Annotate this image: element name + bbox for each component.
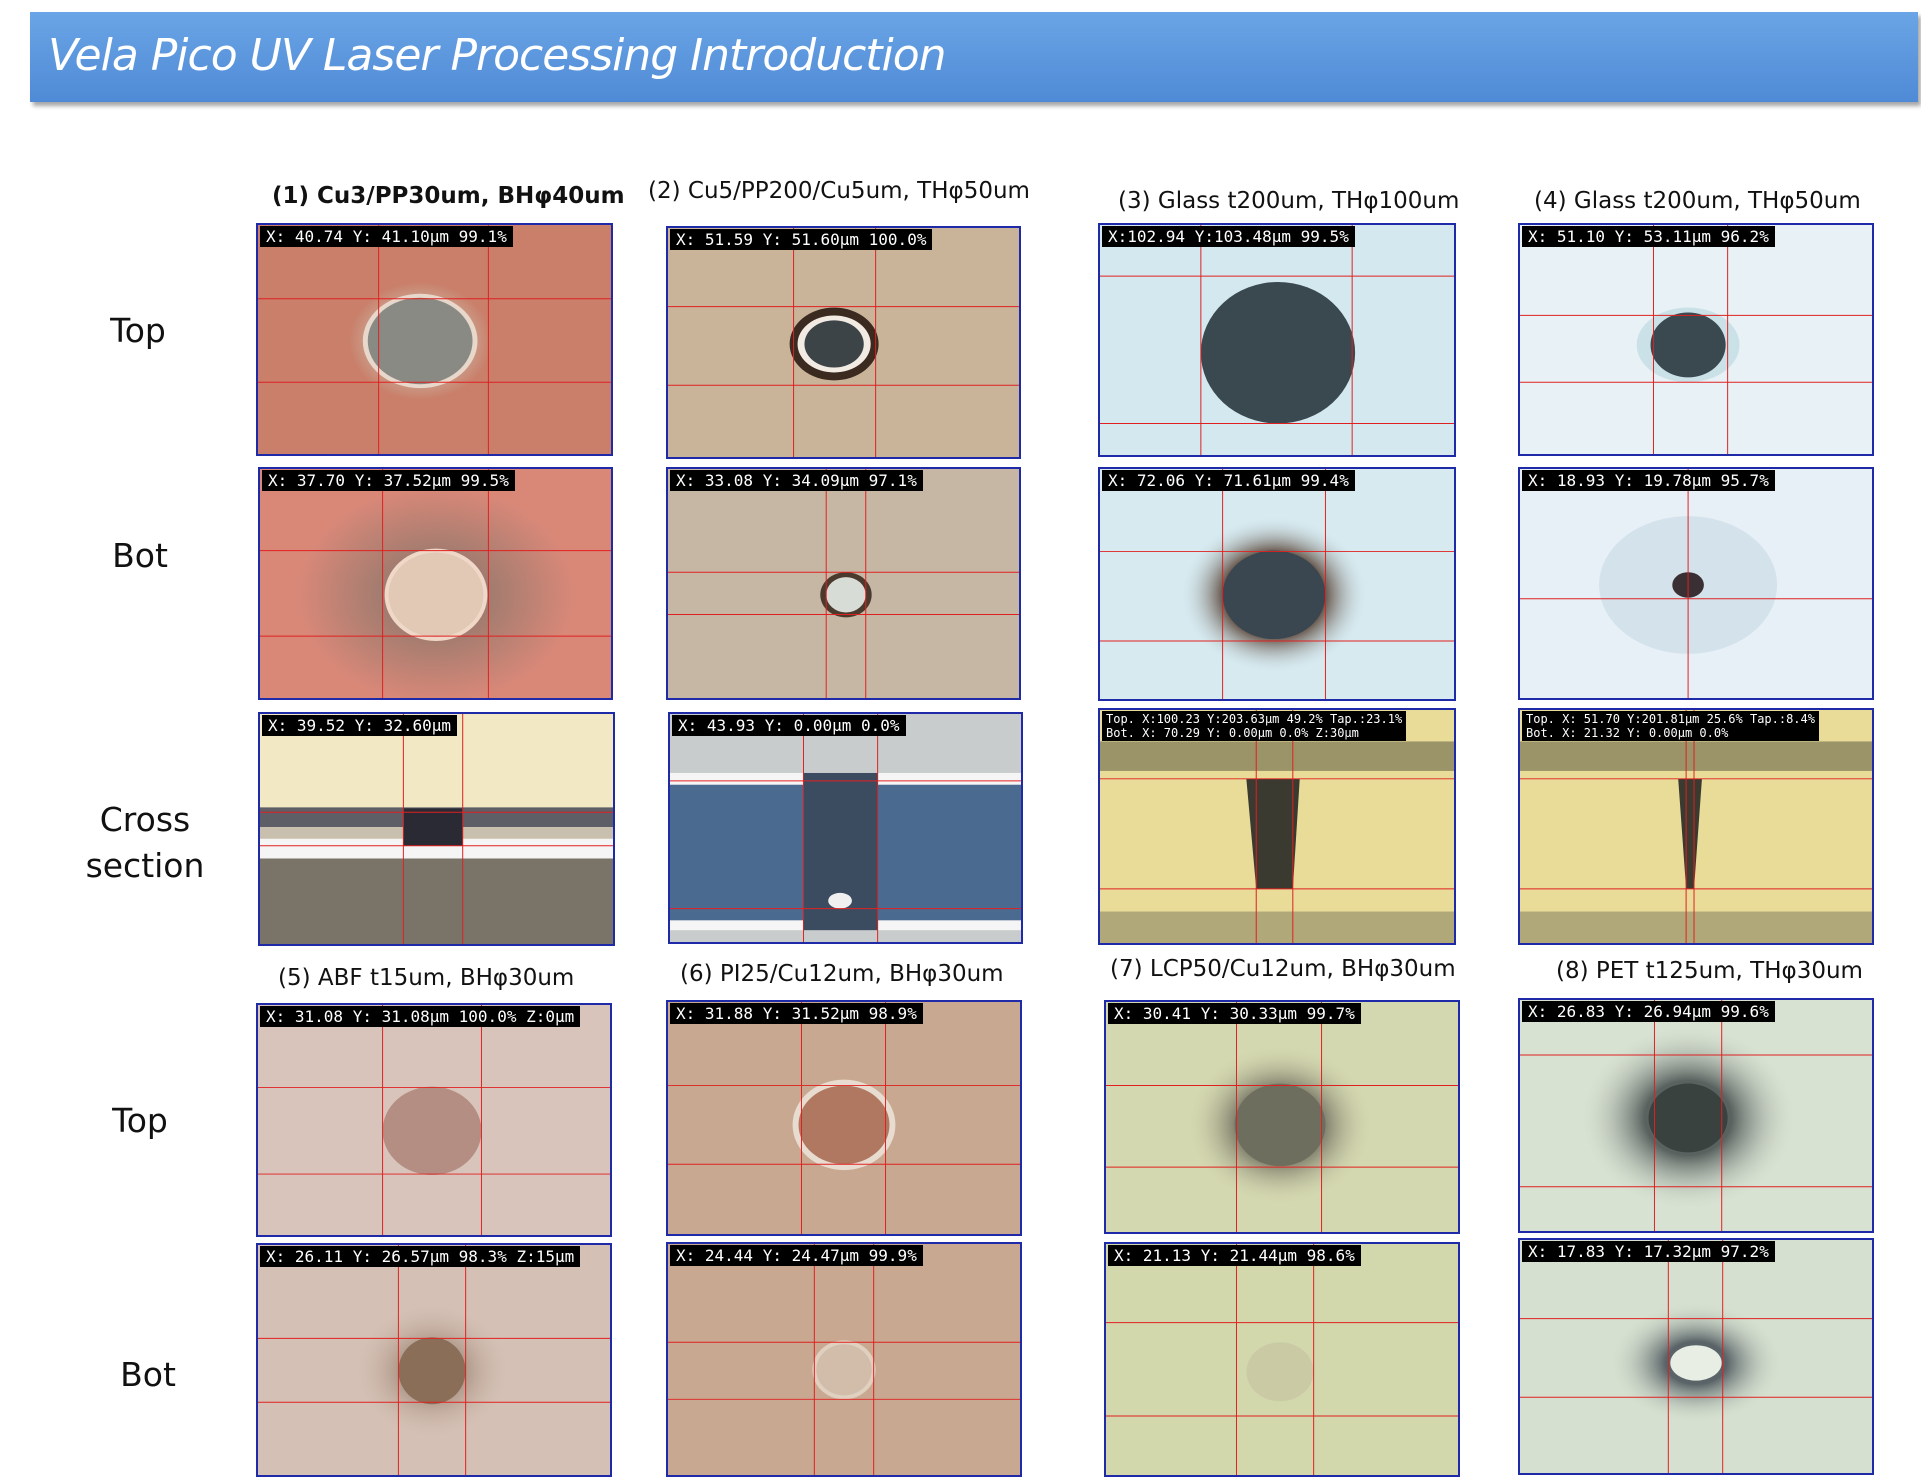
sample-7-top-readout: X: 30.41 Y: 30.33μm 99.7% xyxy=(1108,1003,1361,1024)
sample-1-title: (1) Cu3/PP30um, BHφ40um xyxy=(272,183,625,209)
sample-8-bot-image: X: 17.83 Y: 17.32μm 97.2% xyxy=(1518,1238,1874,1475)
sample-2-top-image: X: 51.59 Y: 51.60μm 100.0% xyxy=(666,226,1021,459)
sample-4-top-image: X: 51.10 Y: 53.11μm 96.2% xyxy=(1518,223,1874,456)
sample-3-cross-image: Top. X:100.23 Y:203.63μm 49.2% Tap.:23.1… xyxy=(1098,708,1456,945)
row-label-top-2: Top xyxy=(112,1101,168,1140)
sample-3-bot-image: X: 72.06 Y: 71.61μm 99.4% xyxy=(1098,467,1456,701)
sample-1-bot-image: X: 37.70 Y: 37.52μm 99.5% xyxy=(258,467,613,700)
sample-2-cross-readout: X: 43.93 Y: 0.00μm 0.0% xyxy=(672,715,906,736)
sample-7-bot-image: X: 21.13 Y: 21.44μm 98.6% xyxy=(1104,1242,1460,1477)
sample-6-top-readout: X: 31.88 Y: 31.52μm 98.9% xyxy=(670,1003,923,1024)
sample-3-cross-readout-top: Top. X:100.23 Y:203.63μm 49.2% Tap.:23.1… xyxy=(1106,712,1403,726)
sample-6-top-image: X: 31.88 Y: 31.52μm 98.9% xyxy=(666,1000,1022,1236)
sample-1-cross-readout: X: 39.52 Y: 32.60μm xyxy=(262,715,458,736)
sample-3-bot-readout: X: 72.06 Y: 71.61μm 99.4% xyxy=(1102,470,1355,491)
row-label-cross: Cross section xyxy=(55,797,235,889)
page-title: Vela Pico UV Laser Processing Introducti… xyxy=(48,30,947,81)
sample-7-top-image: X: 30.41 Y: 30.33μm 99.7% xyxy=(1104,1000,1460,1234)
sample-6-bot-readout: X: 24.44 Y: 24.47μm 99.9% xyxy=(670,1245,923,1266)
sample-4-bot-image: X: 18.93 Y: 19.78μm 95.7% xyxy=(1518,467,1874,700)
sample-8-top-readout: X: 26.83 Y: 26.94μm 99.6% xyxy=(1522,1001,1775,1022)
sample-2-bot-image: X: 33.08 Y: 34.09μm 97.1% xyxy=(666,467,1021,700)
sample-5-bot-readout: X: 26.11 Y: 26.57μm 98.3% Z:15μm xyxy=(260,1246,581,1267)
sample-1-top-image: X: 40.74 Y: 41.10μm 99.1% xyxy=(256,223,613,456)
sample-1-top-readout: X: 40.74 Y: 41.10μm 99.1% xyxy=(260,226,513,247)
sample-5-title: (5) ABF t15um, BHφ30um xyxy=(278,965,575,991)
sample-2-top-readout: X: 51.59 Y: 51.60μm 100.0% xyxy=(670,229,933,250)
sample-3-title: (3) Glass t200um, THφ100um xyxy=(1118,188,1460,214)
sample-3-cross-readout: Top. X:100.23 Y:203.63μm 49.2% Tap.:23.1… xyxy=(1102,711,1407,741)
sample-4-bot-readout: X: 18.93 Y: 19.78μm 95.7% xyxy=(1522,470,1775,491)
row-label-cross-line1: Cross xyxy=(99,800,191,839)
row-label-cross-line2: section xyxy=(85,846,205,885)
sample-8-bot-readout: X: 17.83 Y: 17.32μm 97.2% xyxy=(1522,1241,1775,1262)
sample-4-cross-readout: Top. X: 51.70 Y:201.81μm 25.6% Tap.:8.4%… xyxy=(1522,711,1819,741)
sample-8-title: (8) PET t125um, THφ30um xyxy=(1556,958,1863,984)
row-label-top: Top xyxy=(110,311,166,350)
sample-1-bot-readout: X: 37.70 Y: 37.52μm 99.5% xyxy=(262,470,515,491)
sample-4-cross-readout-bot: Bot. X: 21.32 Y: 0.00μm 0.0% xyxy=(1526,726,1729,740)
sample-4-cross-image: Top. X: 51.70 Y:201.81μm 25.6% Tap.:8.4%… xyxy=(1518,708,1874,945)
sample-5-top-image: X: 31.08 Y: 31.08μm 100.0% Z:0μm xyxy=(256,1003,612,1237)
sample-4-top-readout: X: 51.10 Y: 53.11μm 96.2% xyxy=(1522,226,1775,247)
sample-2-cross-image: X: 43.93 Y: 0.00μm 0.0% xyxy=(668,712,1023,944)
row-label-bot-2: Bot xyxy=(120,1355,176,1394)
sample-2-bot-readout: X: 33.08 Y: 34.09μm 97.1% xyxy=(670,470,923,491)
sample-6-bot-image: X: 24.44 Y: 24.47μm 99.9% xyxy=(666,1242,1022,1477)
title-bar: Vela Pico UV Laser Processing Introducti… xyxy=(30,12,1918,102)
sample-3-top-image: X:102.94 Y:103.48μm 99.5% xyxy=(1098,223,1456,457)
sample-5-bot-image: X: 26.11 Y: 26.57μm 98.3% Z:15μm xyxy=(256,1243,612,1477)
sample-2-title: (2) Cu5/PP200/Cu5um, THφ50um xyxy=(648,178,1030,204)
sample-8-top-image: X: 26.83 Y: 26.94μm 99.6% xyxy=(1518,998,1874,1233)
sample-7-title: (7) LCP50/Cu12um, BHφ30um xyxy=(1110,956,1456,982)
sample-1-cross-image: X: 39.52 Y: 32.60μm xyxy=(258,712,615,946)
sample-3-cross-readout-bot: Bot. X: 70.29 Y: 0.00μm 0.0% Z:30μm xyxy=(1106,726,1359,740)
sample-7-bot-readout: X: 21.13 Y: 21.44μm 98.6% xyxy=(1108,1245,1361,1266)
sample-3-top-readout: X:102.94 Y:103.48μm 99.5% xyxy=(1102,226,1355,247)
sample-4-cross-readout-top: Top. X: 51.70 Y:201.81μm 25.6% Tap.:8.4% xyxy=(1526,712,1815,726)
sample-6-title: (6) PI25/Cu12um, BHφ30um xyxy=(680,961,1004,987)
sample-4-title: (4) Glass t200um, THφ50um xyxy=(1534,188,1861,214)
sample-5-top-readout: X: 31.08 Y: 31.08μm 100.0% Z:0μm xyxy=(260,1006,581,1027)
row-label-bot: Bot xyxy=(112,536,168,575)
